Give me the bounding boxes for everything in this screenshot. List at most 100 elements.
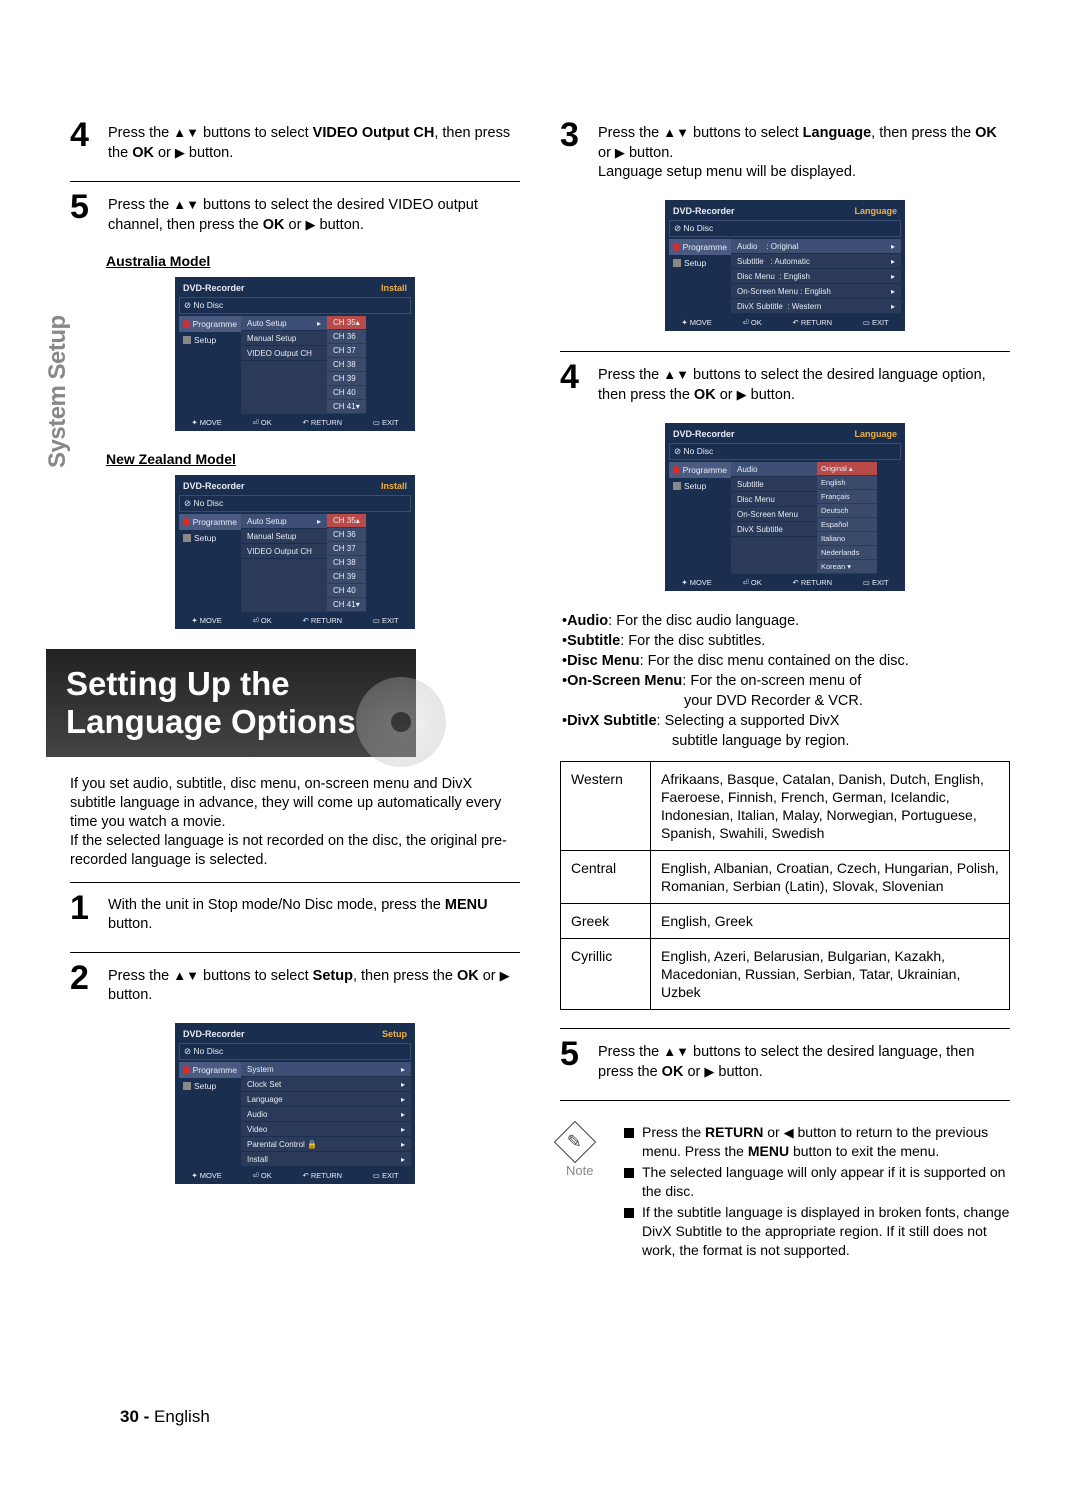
t: Language setup menu will be displayed. [598,164,856,180]
osd-nodisc: No Disc [193,498,223,508]
t: OK [263,217,285,233]
osd-menu-item: On-Screen Menu [731,507,817,522]
osd-foot-exit: ▭ EXIT [373,616,399,625]
region-name: Greek [561,904,651,939]
section-title: Setting Up theLanguage Options [46,649,416,757]
osd-channel: CH 41▾ [327,598,366,612]
osd-menu-item: VIDEO Output CH [241,346,327,361]
osd-mode: Language [854,429,897,439]
osd-menu-item: Language▸ [241,1092,411,1107]
left-step-5: 5 Press the ▲▼ buttons to select the des… [70,192,520,235]
def-term: DivX Subtitle [567,711,656,731]
play-icon: ▶ [175,145,185,160]
play-icon: ▶ [704,1064,714,1079]
osd-menu-item: Video▸ [241,1122,411,1137]
osd-foot-ok: ⏎ OK [253,418,272,427]
lang-step-1: 1 With the unit in Stop mode/No Disc mod… [70,893,520,934]
osd-side-item: Programme [179,514,241,530]
osd-channel: CH 37 [327,344,366,358]
osd-foot-move: ✦ MOVE [191,1171,221,1180]
page-lang: English [154,1407,210,1426]
def-desc: your DVD Recorder & VCR. [560,691,1010,711]
osd-lang-option: Original ▴ [817,462,877,476]
osd-foot-ok: ⏎ OK [253,1171,272,1180]
osd-side-item: Programme [179,1062,241,1078]
step-number: 5 [560,1039,588,1082]
step-number: 2 [70,963,98,1005]
gear-icon [183,534,191,542]
osd-lang-row: DivX Subtitle : Western▸ [731,299,901,314]
osd-lang-row: Subtitle : Automatic▸ [731,254,901,269]
def-desc: : For the on-screen menu of [682,671,861,691]
osd-mode: Setup [382,1029,407,1039]
table-row: CyrillicEnglish, Azeri, Belarusian, Bulg… [561,939,1010,1010]
osd-menu-item: Clock Set▸ [241,1077,411,1092]
note-icon: ✎ [554,1121,596,1163]
newzealand-model-label: New Zealand Model [106,451,520,467]
osd-mode: Language [854,206,897,216]
right-step-5: 5 Press the ▲▼ buttons to select the des… [560,1039,1010,1082]
t: buttons to select [199,125,313,141]
osd-menu-item: Install▸ [241,1152,411,1167]
osd-channel: CH 39 [327,372,366,386]
osd-menu-item: Subtitle [731,477,817,492]
osd-channel: CH 38 [327,358,366,372]
t: Language [803,125,871,141]
t: VIDEO Output CH [313,125,435,141]
osd-channel: CH 38 [327,556,366,570]
osd-foot-return: ↶ RETURN [792,318,832,327]
osd-foot-ok: ⏎ OK [743,578,762,587]
rec-icon [183,518,190,526]
osd-side-item: Programme [669,239,731,255]
t: button. [108,916,152,932]
def-term: On-Screen Menu [567,671,682,691]
t: Press the [108,968,173,984]
definition-list: • Audio : For the disc audio language. •… [560,611,1010,751]
def-desc: : For the disc audio language. [608,611,799,631]
t: Setup [313,968,353,984]
t: With the unit in Stop mode/No Disc mode,… [108,897,445,913]
t: OK [132,145,154,161]
osd-side-item: Programme [179,316,241,332]
osd-lang-option: Nederlands [817,546,877,560]
osd-lang-row: Disc Menu : English▸ [731,269,901,284]
region-langs: Afrikaans, Basque, Catalan, Danish, Dutc… [651,762,1010,851]
def-term: Disc Menu [567,651,640,671]
osd-foot-exit: ▭ EXIT [373,1171,399,1180]
note-item: If the subtitle language is displayed in… [624,1203,1010,1260]
left-column: 4 Press the ▲▼ buttons to select VIDEO O… [70,120,520,1262]
osd-side-item: Setup [669,255,731,271]
bullet-icon [624,1168,634,1178]
osd-channel: CH 40 [327,386,366,400]
osd-foot-exit: ▭ EXIT [373,418,399,427]
page-number: 30 - [120,1407,149,1426]
osd-foot-move: ✦ MOVE [191,616,221,625]
t: buttons to select [689,125,803,141]
osd-title: DVD-Recorder [183,1029,245,1039]
osd-title: DVD-Recorder [183,283,245,293]
osd-channel: CH 41▾ [327,400,366,414]
left-step-4: 4 Press the ▲▼ buttons to select VIDEO O… [70,120,520,163]
osd-menu-item: Auto Setup▸ [241,316,327,331]
rec-icon [673,466,680,474]
osd-mode: Install [381,481,407,491]
t: Press the [598,1044,663,1060]
step-number: 3 [560,120,588,182]
def-term: Subtitle [567,631,620,651]
step-number: 5 [70,192,98,235]
osd-mode: Install [381,283,407,293]
osd-channel: CH 39 [327,570,366,584]
updown-icon: ▲▼ [663,125,689,140]
osd-lang-option: Español [817,518,877,532]
osd-menu-item: Parental Control 🔒▸ [241,1137,411,1152]
updown-icon: ▲▼ [173,968,199,983]
t: Press the [108,125,173,141]
step-number: 4 [560,362,588,405]
osd-nodisc: No Disc [683,223,713,233]
osd-lang-option: Français [817,490,877,504]
osd-foot-return: ↶ RETURN [302,418,342,427]
step-number: 4 [70,120,98,163]
t: or [285,217,306,233]
note-item: The selected language will only appear i… [624,1163,1010,1201]
osd-install-aus: DVD-RecorderInstall ⊘ No Disc Programme … [175,277,415,431]
